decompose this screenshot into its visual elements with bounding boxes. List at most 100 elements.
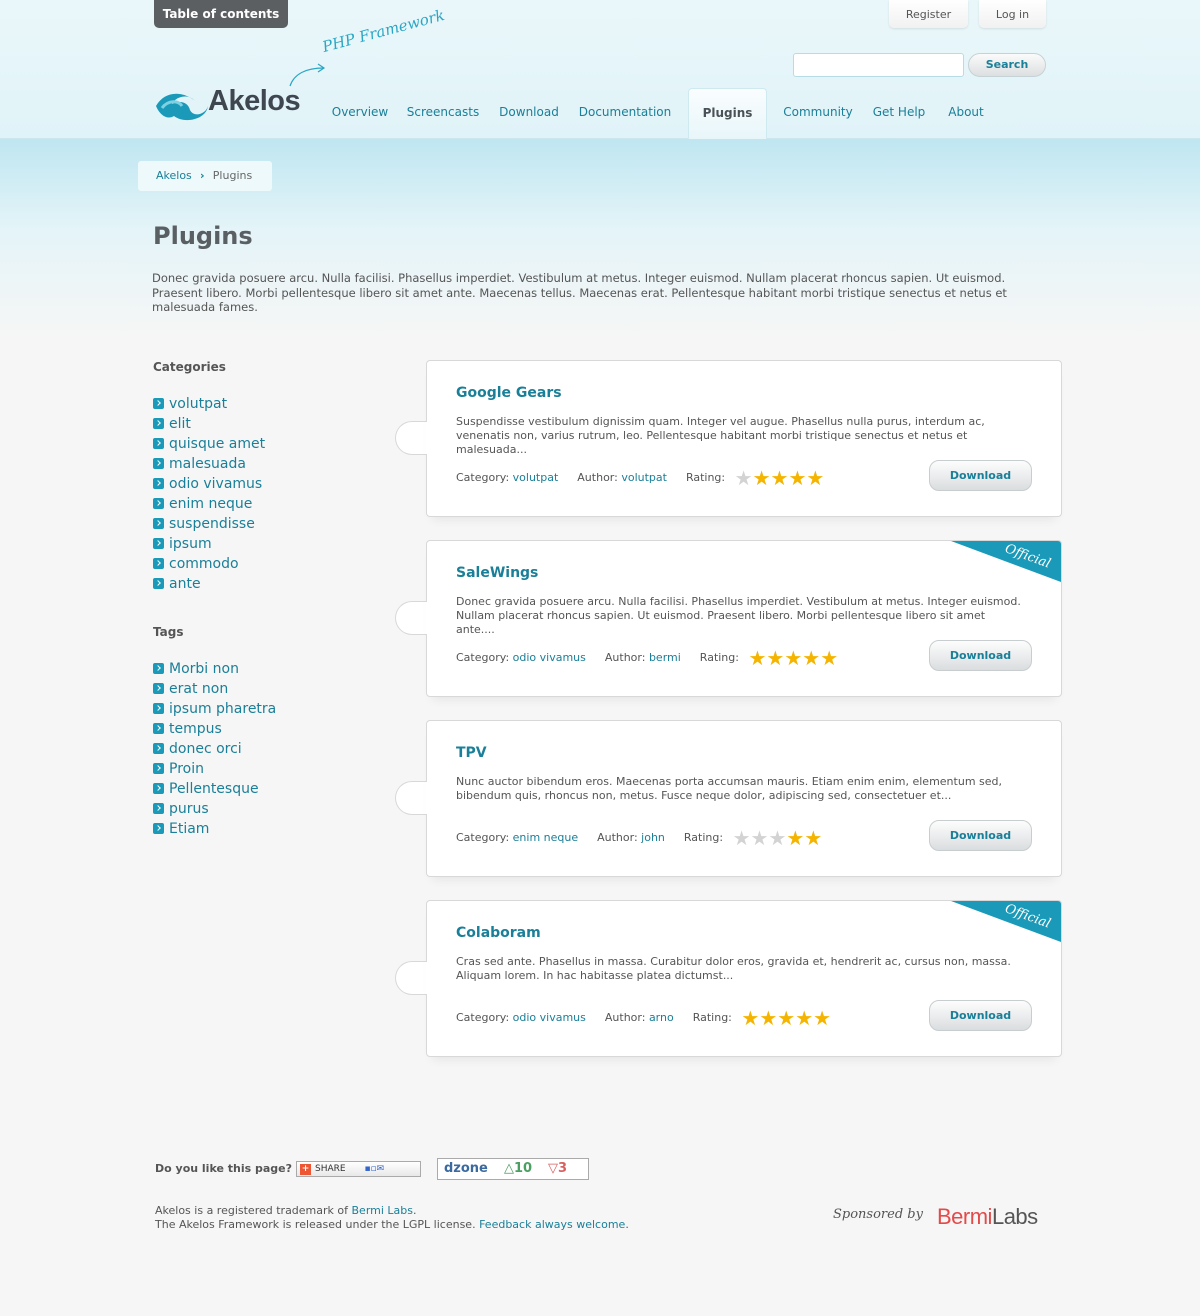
tagline: PHP Framework [320, 6, 447, 57]
dzone-widget[interactable]: dzone △10 ▽3 [437, 1158, 589, 1180]
footer-line-1: Akelos is a registered trademark of Berm… [155, 1204, 629, 1218]
plugin-category-link[interactable]: odio vivamus [513, 651, 586, 664]
search-input[interactable] [793, 53, 964, 77]
download-button[interactable]: Download [929, 820, 1032, 851]
tag-item[interactable]: Morbi non [153, 659, 276, 679]
card-connector [395, 421, 427, 455]
bullet-arrow-icon [153, 478, 164, 489]
nav-community[interactable]: Community [780, 88, 856, 139]
bullet-arrow-icon [153, 803, 164, 814]
share-button[interactable]: + SHARE ▪▫✉ [296, 1161, 421, 1177]
table-of-contents-tab[interactable]: Table of contents [154, 0, 288, 28]
category-item[interactable]: odio vivamus [153, 474, 265, 494]
nav-overview[interactable]: Overview [322, 88, 398, 139]
category-item[interactable]: enim neque [153, 494, 265, 514]
breadcrumb-root[interactable]: Akelos [156, 169, 192, 182]
star-icon: ★ [766, 646, 785, 670]
category-item[interactable]: quisque amet [153, 434, 265, 454]
bullet-arrow-icon [153, 458, 164, 469]
dzone-down-vote[interactable]: ▽3 [548, 1159, 567, 1179]
tag-item[interactable]: Proin [153, 759, 276, 779]
search-button[interactable]: Search [968, 53, 1046, 77]
bullet-arrow-icon [153, 498, 164, 509]
star-icon: ★ [820, 646, 839, 670]
tag-item[interactable]: donec orci [153, 739, 276, 759]
breadcrumb: Akelos › Plugins [138, 161, 272, 191]
bullet-arrow-icon [153, 398, 164, 409]
plugin-author-link[interactable]: arno [649, 1011, 674, 1024]
card-connector [395, 601, 427, 635]
plugin-title[interactable]: TPV [456, 745, 487, 761]
rating-stars[interactable]: ★★★★★ [735, 468, 825, 488]
star-icon: ★ [741, 1006, 760, 1030]
tag-item[interactable]: Etiam [153, 819, 276, 839]
download-button[interactable]: Download [929, 1000, 1032, 1031]
bullet-arrow-icon [153, 783, 164, 794]
tags-list: Morbi non erat non ipsum pharetra tempus don… [153, 659, 276, 839]
plugin-meta: Category: enim neque Author: john Rating… [456, 828, 822, 848]
category-item[interactable]: volutpat [153, 394, 265, 414]
breadcrumb-current: Plugins [212, 169, 253, 182]
author-label: Author: [577, 471, 618, 484]
breadcrumb-chevron-icon: › [200, 169, 205, 182]
bullet-arrow-icon [153, 438, 164, 449]
nav-get-help[interactable]: Get Help [868, 88, 930, 139]
category-item[interactable]: commodo [153, 554, 265, 574]
register-link[interactable]: Register [889, 0, 968, 28]
plugin-title[interactable]: Google Gears [456, 385, 562, 401]
logo-text[interactable]: Akelos [208, 85, 301, 118]
rating-stars[interactable]: ★★★★★ [733, 828, 823, 848]
bullet-arrow-icon [153, 823, 164, 834]
category-item[interactable]: malesuada [153, 454, 265, 474]
plugin-title[interactable]: Colaboram [456, 925, 541, 941]
star-icon: ★ [802, 646, 821, 670]
nav-about[interactable]: About [944, 88, 988, 139]
star-icon: ★ [786, 826, 805, 850]
dzone-up-vote[interactable]: △10 [504, 1159, 532, 1179]
bullet-arrow-icon [153, 558, 164, 569]
feedback-link[interactable]: Feedback always welcome [479, 1218, 625, 1231]
star-icon: ★ [768, 826, 787, 850]
category-item[interactable]: suspendisse [153, 514, 265, 534]
category-label: malesuada [169, 456, 246, 472]
download-button[interactable]: Download [929, 460, 1032, 491]
plugin-author-link[interactable]: volutpat [621, 471, 667, 484]
bullet-arrow-icon [153, 538, 164, 549]
plugin-category-link[interactable]: enim neque [513, 831, 578, 844]
tag-item[interactable]: erat non [153, 679, 276, 699]
category-label: commodo [169, 556, 239, 572]
sponsor-logo[interactable]: BermiLabs [937, 1204, 1038, 1230]
login-link[interactable]: Log in [979, 0, 1046, 28]
dzone-down-count: 3 [558, 1161, 568, 1176]
nav-plugins[interactable]: Plugins [688, 88, 767, 139]
bermi-labs-link[interactable]: Bermi Labs [352, 1204, 414, 1217]
download-button[interactable]: Download [929, 640, 1032, 671]
tag-item[interactable]: purus [153, 799, 276, 819]
plugin-author-link[interactable]: bermi [649, 651, 681, 664]
tag-item[interactable]: ipsum pharetra [153, 699, 276, 719]
plugin-category-link[interactable]: odio vivamus [513, 1011, 586, 1024]
category-item[interactable]: ipsum [153, 534, 265, 554]
nav-documentation[interactable]: Documentation [576, 88, 674, 139]
tag-item[interactable]: Pellentesque [153, 779, 276, 799]
rating-stars[interactable]: ★★★★★ [748, 648, 838, 668]
plugin-author-link[interactable]: john [641, 831, 665, 844]
plugin-card: TPV Nunc auctor bibendum eros. Maecenas … [426, 720, 1062, 877]
plugin-card: Official SaleWings Donec gravida posuere… [426, 540, 1062, 697]
category-item[interactable]: ante [153, 574, 265, 594]
rating-stars[interactable]: ★★★★★ [741, 1008, 831, 1028]
plugin-title[interactable]: SaleWings [456, 565, 538, 581]
star-icon: ★ [750, 826, 769, 850]
share-plus-icon: + [300, 1164, 311, 1175]
author-label: Author: [604, 1011, 646, 1024]
plugin-category-link[interactable]: volutpat [513, 471, 559, 484]
card-connector-cover [426, 962, 428, 994]
tag-label: Proin [169, 761, 204, 777]
category-label: ipsum [169, 536, 212, 552]
bullet-arrow-icon [153, 418, 164, 429]
tag-item[interactable]: tempus [153, 719, 276, 739]
nav-screencasts[interactable]: Screencasts [404, 88, 482, 139]
nav-download[interactable]: Download [494, 88, 564, 139]
dzone-brand: dzone [444, 1161, 488, 1176]
category-item[interactable]: elit [153, 414, 265, 434]
